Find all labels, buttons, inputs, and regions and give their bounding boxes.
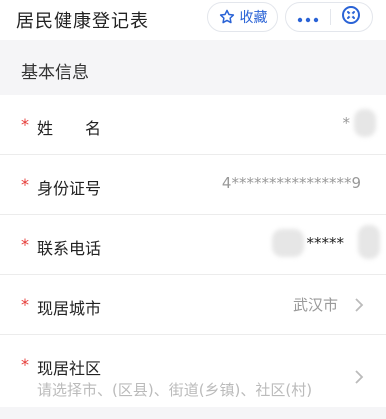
- header-bar: 居民健康登记表 收藏: [0, 0, 386, 40]
- required-mark: *: [21, 295, 29, 314]
- community-placeholder: 请选择市、(区县)、街道(乡镇)、社区(村): [37, 381, 313, 399]
- id-number-label: 身份证号: [37, 179, 102, 198]
- city-value: 武汉市: [292, 296, 338, 314]
- required-mark: *: [21, 175, 29, 194]
- page-title: 居民健康登记表: [16, 11, 149, 32]
- name-label: 姓 名: [37, 119, 102, 138]
- chevron-right-icon: [354, 369, 364, 384]
- id-number-value: 4****************9: [221, 174, 361, 192]
- more-dots-icon: [297, 8, 319, 27]
- city-label: 现居城市: [37, 299, 102, 318]
- community-field-row[interactable]: * 现居社区 请选择市、(区县)、街道(乡镇)、社区(村): [0, 335, 386, 407]
- phone-value: *****: [306, 234, 345, 252]
- phone-field-row[interactable]: * 联系电话 *****: [0, 215, 386, 275]
- redaction-blur: [272, 229, 304, 257]
- id-number-field-row[interactable]: * 身份证号 4****************9: [0, 155, 386, 215]
- mini-program-capsule: [285, 2, 373, 32]
- form-card: * 姓 名 * * 身份证号 4****************9 * 联系电话…: [0, 95, 386, 407]
- close-button[interactable]: [330, 3, 372, 31]
- required-mark: *: [21, 115, 29, 134]
- chevron-right-icon: [354, 297, 364, 312]
- star-outline-icon: [218, 8, 236, 26]
- redaction-blur: [358, 225, 380, 259]
- section-title: 基本信息: [21, 63, 89, 83]
- city-field-row[interactable]: * 现居城市 武汉市: [0, 275, 386, 335]
- favorite-label: 收藏: [239, 10, 268, 26]
- required-mark: *: [21, 355, 29, 374]
- name-field-row[interactable]: * 姓 名 *: [0, 95, 386, 155]
- community-label: 现居社区: [37, 359, 102, 378]
- favorite-button[interactable]: 收藏: [207, 2, 278, 32]
- required-mark: *: [21, 235, 29, 254]
- more-button[interactable]: [286, 3, 330, 31]
- close-circle-icon: [341, 5, 361, 29]
- redaction-blur: [354, 109, 376, 137]
- name-value: *: [342, 114, 351, 132]
- phone-label: 联系电话: [37, 239, 102, 258]
